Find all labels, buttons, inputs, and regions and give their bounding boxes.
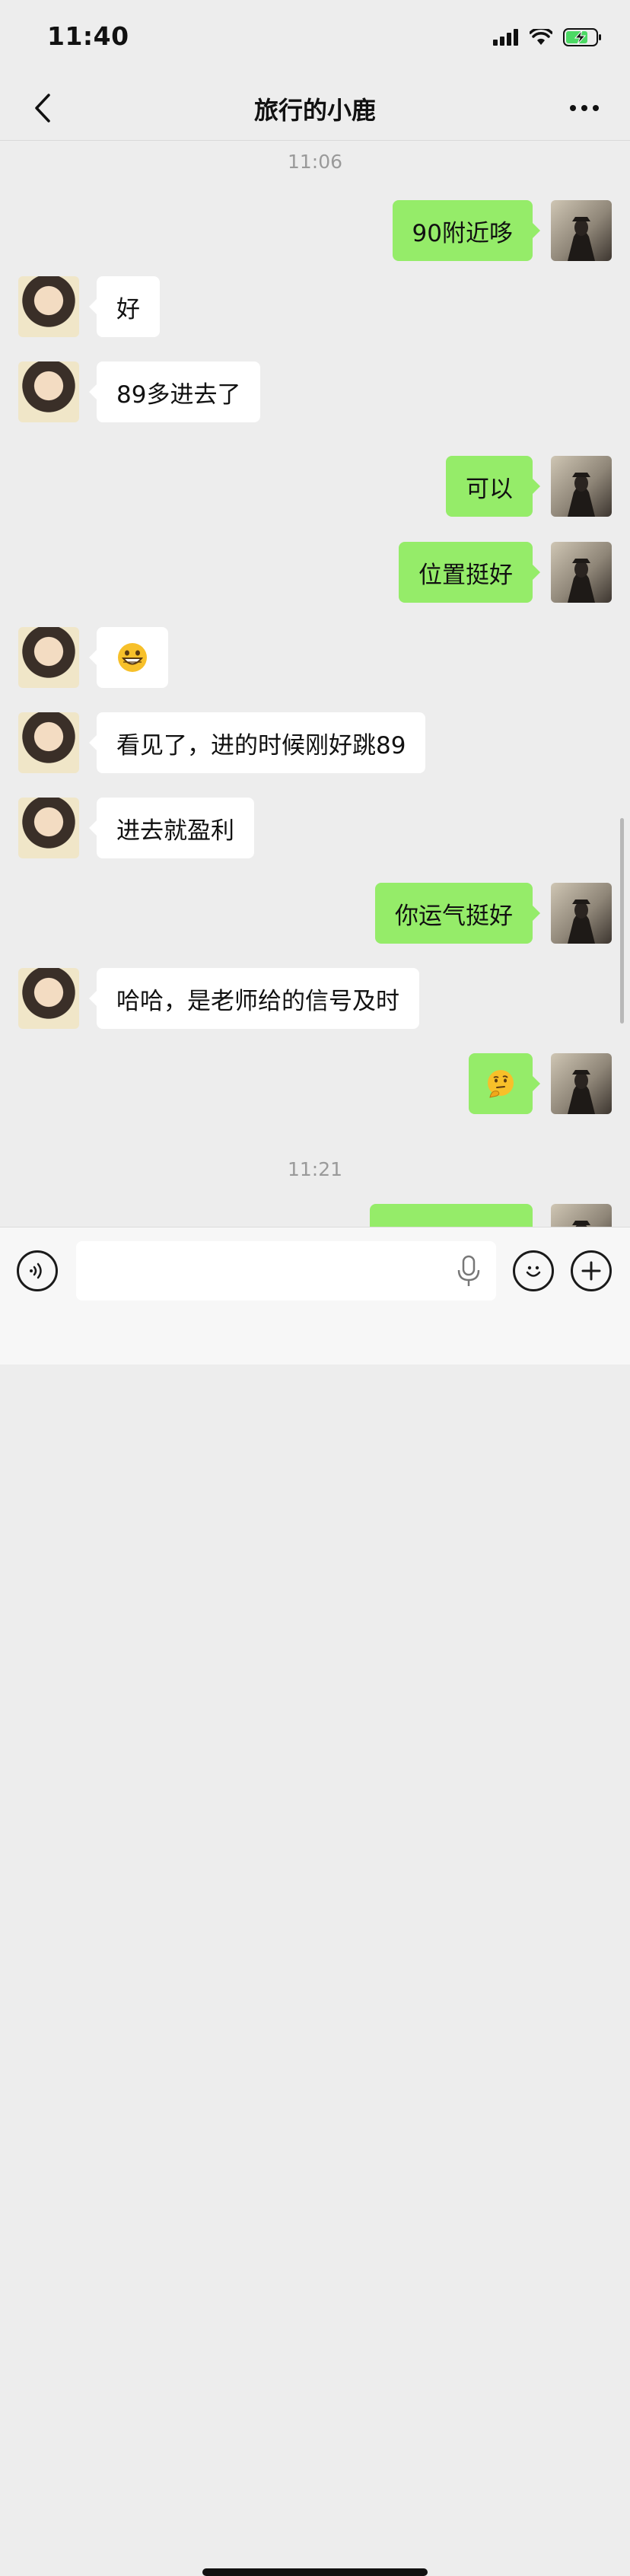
message-text: 可以: [466, 475, 513, 503]
status-bar: 11:40: [0, 0, 630, 76]
voice-input-button[interactable]: [17, 1250, 58, 1291]
message-input[interactable]: [76, 1241, 496, 1301]
my-avatar[interactable]: [551, 883, 612, 944]
more-actions-button[interactable]: [571, 1250, 612, 1291]
sent-message[interactable]: [469, 1053, 540, 1114]
microphone-icon[interactable]: [455, 1255, 482, 1288]
contact-avatar[interactable]: [18, 968, 79, 1029]
nav-bar: 旅行的小鹿: [0, 76, 630, 141]
plus-icon: [581, 1261, 601, 1281]
received-message[interactable]: 哈哈，是老师给的信号及时: [89, 968, 419, 1029]
wifi-icon: [530, 29, 552, 45]
my-avatar[interactable]: [551, 1204, 612, 1227]
contact-avatar[interactable]: [18, 712, 79, 773]
chat-area[interactable]: 11:06 90附近哆 好 89多进去了 可以 位置挺好 看见了，进的时候刚好跳…: [0, 141, 630, 1227]
contact-avatar[interactable]: [18, 276, 79, 337]
my-avatar[interactable]: [551, 456, 612, 517]
message-text: 90附近哆: [412, 219, 513, 247]
chat-title: 旅行的小鹿: [253, 96, 376, 125]
sent-message[interactable]: 90附近哆: [392, 200, 541, 261]
home-indicator[interactable]: [202, 2568, 428, 2576]
message-text: 好: [116, 295, 140, 323]
my-avatar[interactable]: [551, 200, 612, 261]
contact-avatar[interactable]: [18, 798, 79, 858]
received-message[interactable]: 好: [89, 276, 160, 337]
received-message[interactable]: 进去就盈利: [89, 798, 254, 858]
received-message[interactable]: 89多进去了: [88, 361, 261, 422]
signal-icon: [493, 29, 518, 46]
sent-message[interactable]: 位置挺好: [399, 542, 540, 603]
battery-charging-icon: [563, 28, 601, 46]
scrollbar[interactable]: [620, 818, 624, 1024]
voice-icon: [30, 1263, 42, 1279]
my-avatar[interactable]: [551, 1053, 612, 1114]
smiley-icon: [526, 1266, 541, 1277]
my-avatar[interactable]: [551, 542, 612, 603]
timestamp: 11:06: [287, 151, 343, 173]
contact-avatar[interactable]: [18, 627, 79, 688]
grinning-face-emoji-icon: [118, 643, 147, 672]
message-text: 位置挺好: [418, 561, 513, 589]
more-button[interactable]: [562, 91, 607, 125]
timestamp: 11:21: [287, 1158, 343, 1180]
thinking-face-emoji-icon: [488, 1070, 514, 1098]
message-text: 看见了，进的时候刚好跳89: [116, 731, 406, 759]
sent-message-partial[interactable]: [370, 1204, 533, 1227]
sent-message[interactable]: 你运气挺好: [375, 883, 540, 944]
contact-avatar[interactable]: [18, 361, 79, 422]
message-text: 哈哈，是老师给的信号及时: [116, 987, 399, 1015]
message-text: 进去就盈利: [116, 817, 234, 845]
received-message[interactable]: 看见了，进的时候刚好跳89: [88, 712, 426, 773]
more-dots-icon: [570, 105, 599, 111]
status-icons: [493, 27, 603, 47]
status-time: 11:40: [47, 21, 129, 51]
input-bar: [0, 1227, 630, 2576]
sent-message[interactable]: 可以: [446, 456, 540, 517]
message-text: 你运气挺好: [395, 902, 513, 930]
emoji-button[interactable]: [513, 1250, 554, 1291]
received-message[interactable]: [89, 627, 168, 688]
message-text: 89多进去了: [116, 381, 241, 409]
